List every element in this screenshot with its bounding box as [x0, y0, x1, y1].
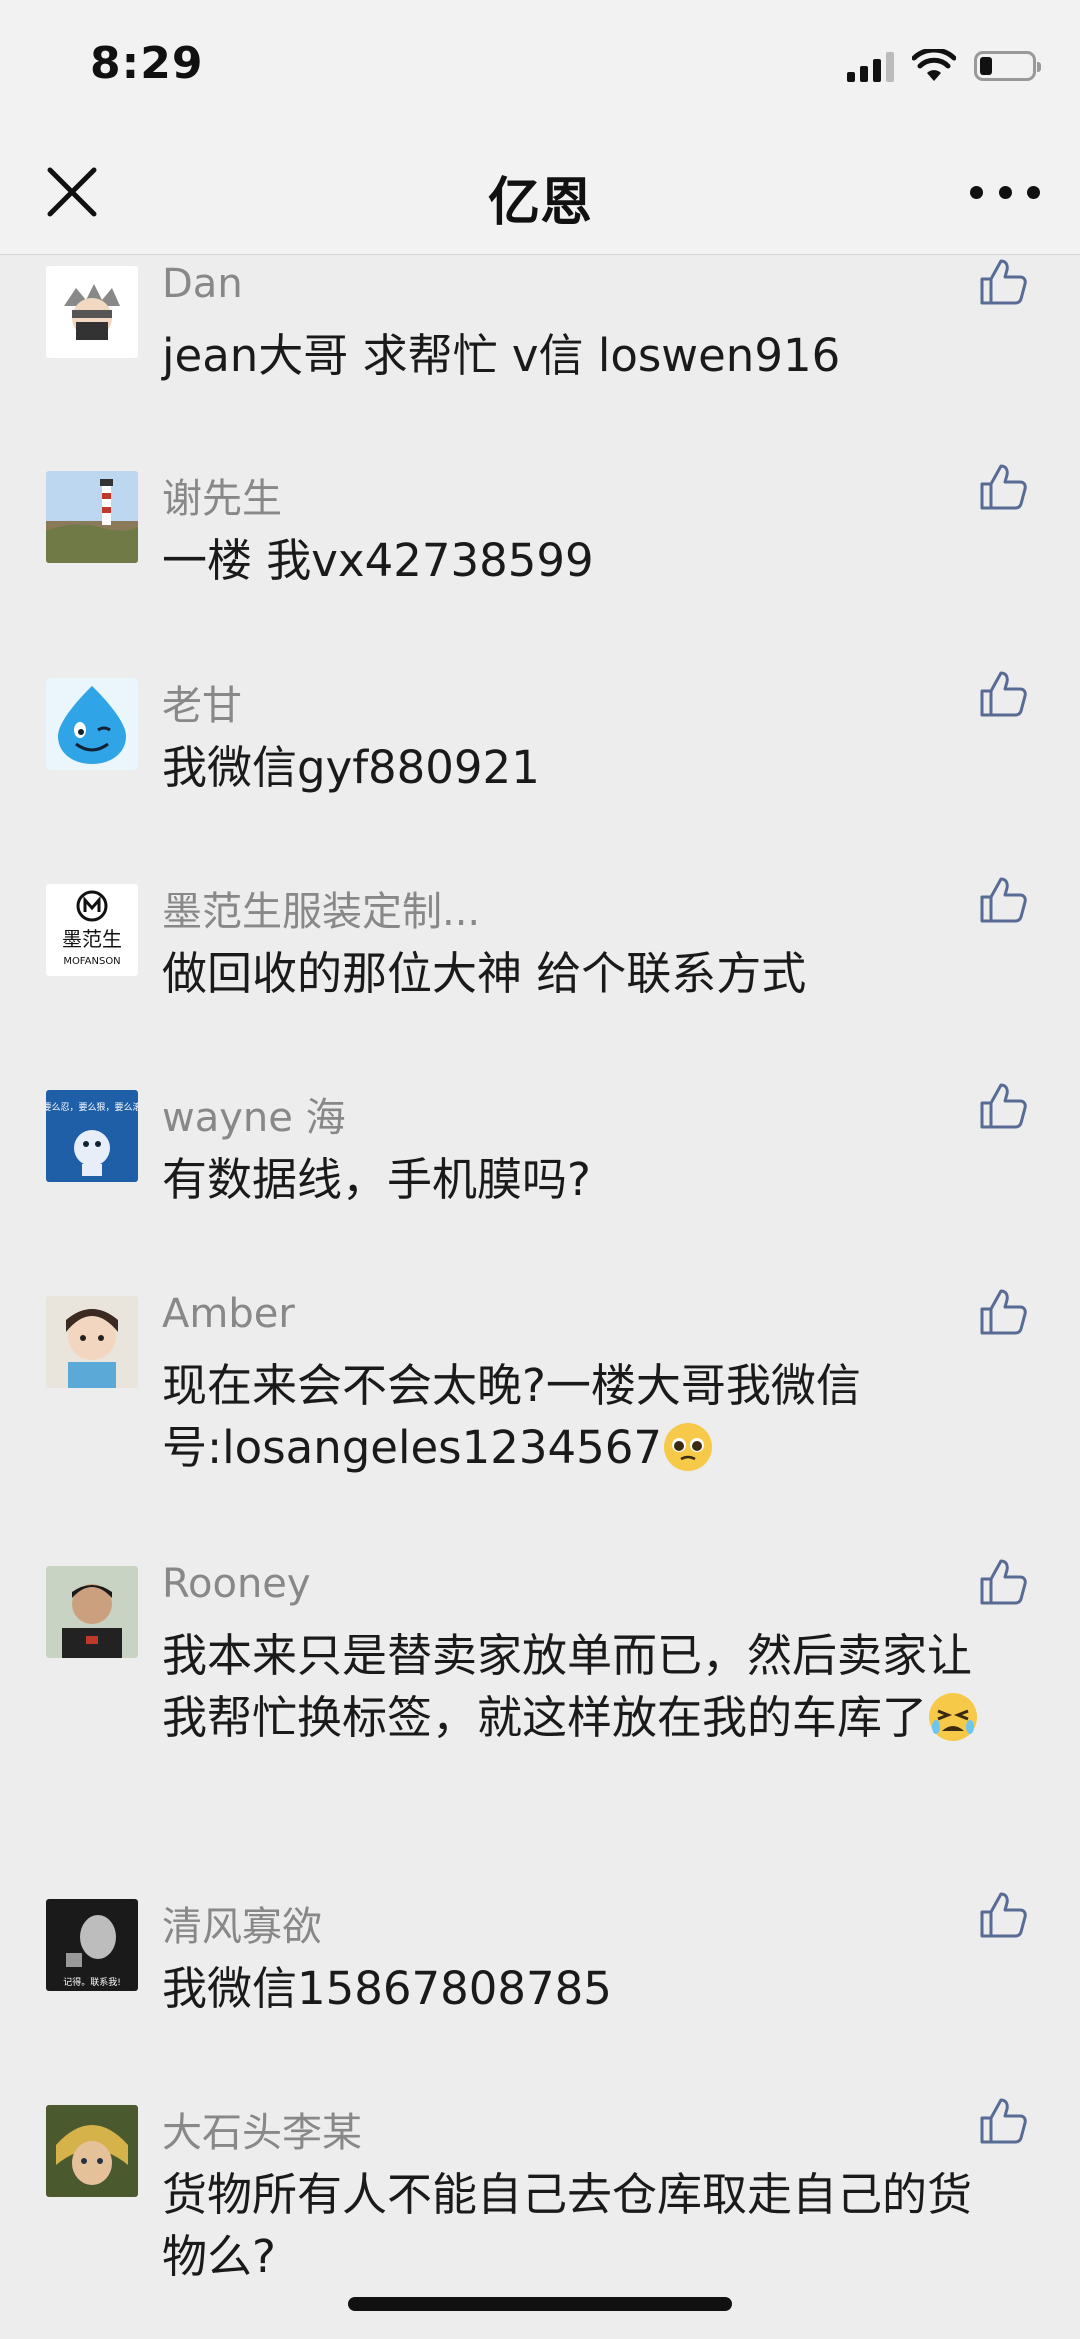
comment-text: 我本来只是替卖家放单而已，然后卖家让我帮忙换标签，就这样放在我的车库了 [162, 1625, 1002, 1749]
status-icons [847, 44, 1041, 88]
avatar-logo-subtext: MOFANSON [63, 956, 120, 967]
commenter-name: Rooney [162, 1561, 311, 1607]
avatar[interactable] [46, 678, 138, 770]
status-bar: 8:29 [0, 0, 1080, 130]
comment-item: 老甘 我微信gyf880921 [0, 667, 1080, 873]
avatar-logo-text: 墨范生 [62, 927, 122, 951]
more-options-icon[interactable] [970, 164, 1040, 220]
battery-icon [974, 51, 1041, 81]
like-icon[interactable] [976, 2094, 1030, 2148]
comment-item: 记得。联系我! 清风寡欲 我微信15867808785 [0, 1888, 1080, 2094]
nav-bar: 亿恩 [0, 130, 1080, 255]
comment-text: 货物所有人不能自己去仓库取走自己的货物么? [162, 2168, 973, 2283]
status-time: 8:29 [90, 38, 204, 89]
commenter-name: Dan [162, 261, 243, 307]
avatar[interactable] [46, 2105, 138, 2197]
avatar-caption: 要么忍，要么狠，要么滚 [46, 1101, 138, 1113]
comment-item: 墨范生 MOFANSON 墨范生服装定制... 做回收的那位大神 给个联系方式 [0, 873, 1080, 1079]
commenter-name: 清风寡欲 [162, 1904, 322, 1950]
comment-item: 要么忍，要么狠，要么滚 wayne 海 有数据线，手机膜吗? [0, 1079, 1080, 1285]
commenter-name: 墨范生服装定制... [162, 889, 481, 935]
commenter-name: Amber [162, 1291, 295, 1337]
like-icon[interactable] [976, 1285, 1030, 1339]
like-icon[interactable] [976, 1079, 1030, 1133]
comment-text-body: 我本来只是替卖家放单而已，然后卖家让我帮忙换标签，就这样放在我的车库了 [162, 1629, 973, 1744]
like-icon[interactable] [976, 873, 1030, 927]
comment-text: 我微信gyf880921 [162, 741, 540, 794]
home-indicator[interactable] [348, 2297, 732, 2311]
avatar[interactable]: 记得。联系我! [46, 1899, 138, 1991]
commenter-name: wayne 海 [162, 1095, 346, 1141]
avatar[interactable] [46, 266, 138, 358]
comment-text: 有数据线，手机膜吗? [162, 1153, 591, 1206]
comment-text: 做回收的那位大神 给个联系方式 [162, 947, 807, 1000]
pleading-face-emoji-icon [664, 1423, 713, 1471]
like-icon[interactable] [976, 667, 1030, 721]
commenter-name: 老甘 [162, 683, 242, 729]
comment-text: 现在来会不会太晚?一楼大哥我微信号:losangeles1234567 [162, 1355, 1002, 1479]
avatar[interactable] [46, 1566, 138, 1658]
like-icon[interactable] [976, 255, 1030, 309]
like-icon[interactable] [976, 1555, 1030, 1609]
wifi-icon [912, 49, 956, 81]
comment-item: Rooney 我本来只是替卖家放单而已，然后卖家让我帮忙换标签，就这样放在我的车… [0, 1555, 1080, 1888]
comment-item: 谢先生 一楼 我vx42738599 [0, 460, 1080, 667]
comment-item: Amber 现在来会不会太晚?一楼大哥我微信号:losangeles123456… [0, 1285, 1080, 1555]
avatar[interactable] [46, 471, 138, 563]
like-icon[interactable] [976, 460, 1030, 514]
avatar-caption: 记得。联系我! [63, 1976, 121, 1988]
comment-text-body: 现在来会不会太晚?一楼大哥我微信号:losangeles1234567 [162, 1359, 861, 1474]
comment-text: jean大哥 求帮忙 v信 loswen916 [162, 329, 841, 382]
avatar[interactable]: 要么忍，要么狠，要么滚 [46, 1090, 138, 1182]
comment-item: Dan jean大哥 求帮忙 v信 loswen916 [0, 255, 1080, 460]
commenter-name: 谢先生 [162, 476, 282, 522]
avatar[interactable]: 墨范生 MOFANSON [46, 884, 138, 976]
page-title: 亿恩 [487, 173, 592, 233]
comment-text: 我微信15867808785 [162, 1962, 612, 2015]
cellular-signal-icon [847, 50, 894, 82]
avatar[interactable] [46, 1296, 138, 1388]
tired-face-emoji-icon [929, 1693, 978, 1741]
comment-text: 一楼 我vx42738599 [162, 534, 594, 587]
like-icon[interactable] [976, 1888, 1030, 1942]
commenter-name: 大石头李某 [162, 2110, 362, 2156]
